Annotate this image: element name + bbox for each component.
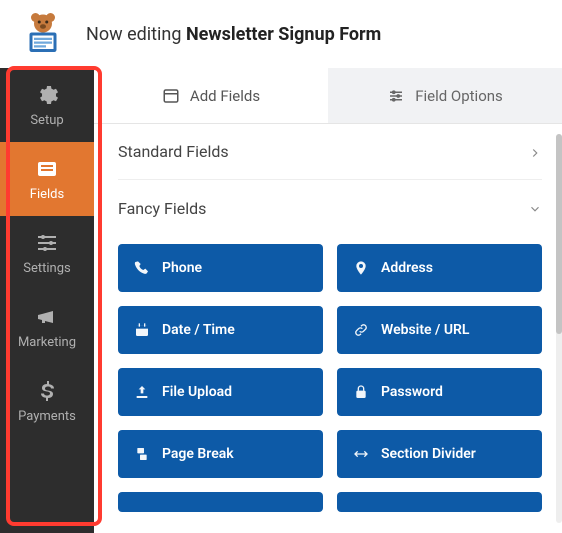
field-file-upload[interactable]: File Upload	[118, 368, 323, 416]
section-title: Standard Fields	[118, 142, 229, 161]
lock-icon	[353, 384, 369, 400]
sidebar-item-payments[interactable]: Payments	[0, 364, 94, 438]
tab-label: Field Options	[415, 87, 503, 105]
panel-tabs: Add Fields Field Options	[94, 68, 562, 124]
field-date-time[interactable]: Date / Time	[118, 306, 323, 354]
form-icon	[35, 157, 59, 181]
sidebar-item-settings[interactable]: Settings	[0, 216, 94, 290]
chevron-right-icon	[528, 145, 542, 159]
page-title: Now editing Newsletter Signup Form	[86, 24, 381, 45]
field-label: Page Break	[162, 446, 234, 462]
add-fields-icon	[162, 87, 180, 105]
chevron-down-icon	[528, 201, 542, 215]
title-prefix: Now editing	[86, 24, 186, 45]
phone-icon	[134, 260, 150, 276]
gear-icon	[35, 83, 59, 107]
field-label: Website / URL	[381, 322, 470, 338]
field-label: File Upload	[162, 384, 232, 400]
field-label: Date / Time	[162, 322, 235, 338]
field-label: Address	[381, 260, 433, 276]
sidebar-item-setup[interactable]: Setup	[0, 68, 94, 142]
map-pin-icon	[353, 260, 369, 276]
tab-label: Add Fields	[190, 87, 260, 105]
panel-scrollbar-thumb[interactable]	[556, 134, 562, 334]
tab-field-options[interactable]: Field Options	[328, 68, 562, 123]
link-icon	[353, 322, 369, 338]
dollar-icon	[35, 379, 59, 403]
upload-icon	[134, 384, 150, 400]
field-partial-row[interactable]	[337, 492, 542, 512]
field-section-divider[interactable]: Section Divider	[337, 430, 542, 478]
wpforms-logo	[14, 5, 72, 63]
sliders-icon	[35, 231, 59, 255]
megaphone-icon	[35, 305, 59, 329]
sidebar-item-label: Payments	[18, 409, 76, 424]
sidebar-item-marketing[interactable]: Marketing	[0, 290, 94, 364]
editor-header: Now editing Newsletter Signup Form	[0, 0, 562, 68]
sidebar-item-label: Settings	[23, 261, 70, 276]
field-label: Password	[381, 384, 443, 400]
fields-panel-scroll: Standard Fields Fancy Fields Phone Addre…	[94, 124, 562, 533]
field-page-break[interactable]: Page Break	[118, 430, 323, 478]
divider-icon	[353, 446, 369, 462]
section-fancy-fields[interactable]: Fancy Fields	[118, 180, 542, 236]
field-website-url[interactable]: Website / URL	[337, 306, 542, 354]
fancy-fields-grid: Phone Address Date / Time Website / URL	[118, 236, 542, 533]
field-label: Section Divider	[381, 446, 476, 462]
form-name: Newsletter Signup Form	[186, 24, 381, 45]
sidebar-item-label: Marketing	[18, 335, 76, 350]
sidebar-item-label: Setup	[30, 113, 63, 128]
field-label: Phone	[162, 260, 202, 276]
sidebar-item-label: Fields	[30, 187, 64, 202]
tab-add-fields[interactable]: Add Fields	[94, 68, 328, 123]
left-sidebar: Setup Fields Settings Marketing Payments	[0, 68, 94, 533]
field-phone[interactable]: Phone	[118, 244, 323, 292]
panel-scrollbar-track[interactable]	[556, 134, 562, 523]
editor-body: Setup Fields Settings Marketing Payments…	[0, 68, 562, 533]
field-options-icon	[387, 87, 405, 105]
field-partial-row[interactable]	[118, 492, 323, 512]
section-standard-fields[interactable]: Standard Fields	[118, 124, 542, 180]
calendar-icon	[134, 322, 150, 338]
main-panel: Add Fields Field Options Standard Fields…	[94, 68, 562, 533]
page-break-icon	[134, 446, 150, 462]
field-password[interactable]: Password	[337, 368, 542, 416]
field-address[interactable]: Address	[337, 244, 542, 292]
sidebar-item-fields[interactable]: Fields	[0, 142, 94, 216]
section-title: Fancy Fields	[118, 199, 206, 218]
